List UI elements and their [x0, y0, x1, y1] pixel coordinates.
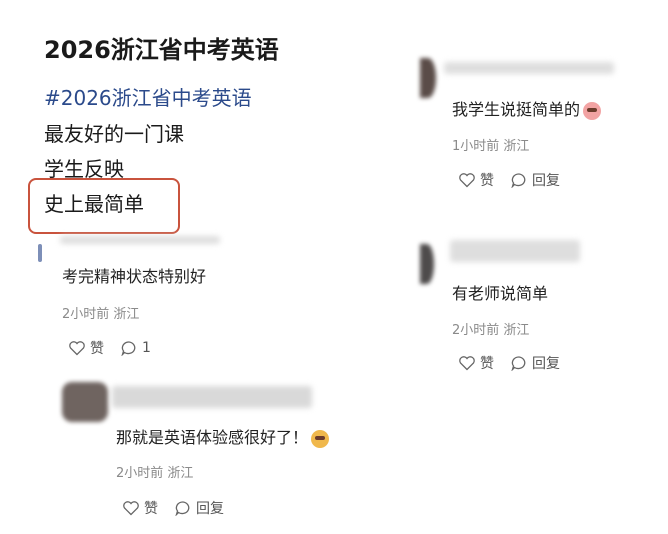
post-line-1: 最友好的一门课: [44, 122, 184, 146]
like-label: 赞: [480, 356, 494, 372]
comment-meta: 2小时前 浙江: [116, 466, 194, 481]
like-button[interactable]: 赞: [122, 498, 158, 518]
comment-actions: 赞 回复: [458, 353, 560, 373]
comment-bubble-icon: [511, 173, 526, 188]
avatar[interactable]: [420, 244, 434, 284]
like-label: 赞: [144, 501, 158, 517]
comment-text: 有老师说简单: [452, 284, 549, 303]
comment-edge-marker: [38, 244, 42, 262]
post-title: 2026浙江省中考英语: [44, 36, 279, 64]
clown-face-emoji-icon: [583, 101, 602, 120]
comment-actions: 赞 回复: [122, 498, 224, 518]
nerd-face-emoji-icon: [311, 429, 330, 448]
reply-label: 回复: [532, 356, 560, 372]
reply-button[interactable]: 回复: [174, 498, 224, 518]
heart-icon: [459, 356, 475, 371]
blurred-username: [444, 62, 614, 74]
comment-meta: 2小时前 浙江: [62, 307, 140, 322]
heart-icon: [459, 173, 475, 188]
blurred-username: [450, 240, 580, 262]
comment-actions: 赞 1: [68, 338, 151, 358]
reply-button[interactable]: 回复: [510, 170, 560, 190]
comment-meta: 1小时前 浙江: [452, 139, 530, 154]
comment-text-content: 那就是英语体验感很好了！: [116, 428, 309, 447]
like-label: 赞: [90, 341, 104, 357]
reply-count: 1: [142, 340, 151, 356]
avatar[interactable]: [420, 58, 436, 98]
like-button[interactable]: 赞: [458, 353, 494, 373]
comment-bubble-icon: [121, 341, 136, 356]
blurred-username: [112, 386, 312, 408]
comment-text: 我学生说挺简单的: [452, 96, 602, 120]
highlight-annotation-box: [28, 178, 180, 234]
comment-actions: 赞 回复: [458, 170, 560, 190]
comment-meta: 2小时前 浙江: [452, 323, 530, 338]
comment-bubble-icon: [175, 501, 190, 516]
heart-icon: [123, 501, 139, 516]
comment-text: 那就是英语体验感很好了！: [116, 424, 330, 448]
comment-text-content: 我学生说挺简单的: [452, 100, 581, 119]
like-label: 赞: [480, 173, 494, 189]
like-button[interactable]: 赞: [68, 338, 104, 358]
like-button[interactable]: 赞: [458, 170, 494, 190]
post-hashtag[interactable]: #2026浙江省中考英语: [44, 82, 252, 111]
reply-label: 回复: [196, 501, 224, 517]
comment-bubble-icon: [511, 356, 526, 371]
reply-button[interactable]: 1: [120, 340, 151, 356]
comment-text: 考完精神状态特别好: [62, 267, 207, 286]
avatar[interactable]: [62, 382, 108, 422]
blurred-username: [60, 236, 220, 244]
reply-button[interactable]: 回复: [510, 353, 560, 373]
reply-label: 回复: [532, 173, 560, 189]
heart-icon: [69, 341, 85, 356]
